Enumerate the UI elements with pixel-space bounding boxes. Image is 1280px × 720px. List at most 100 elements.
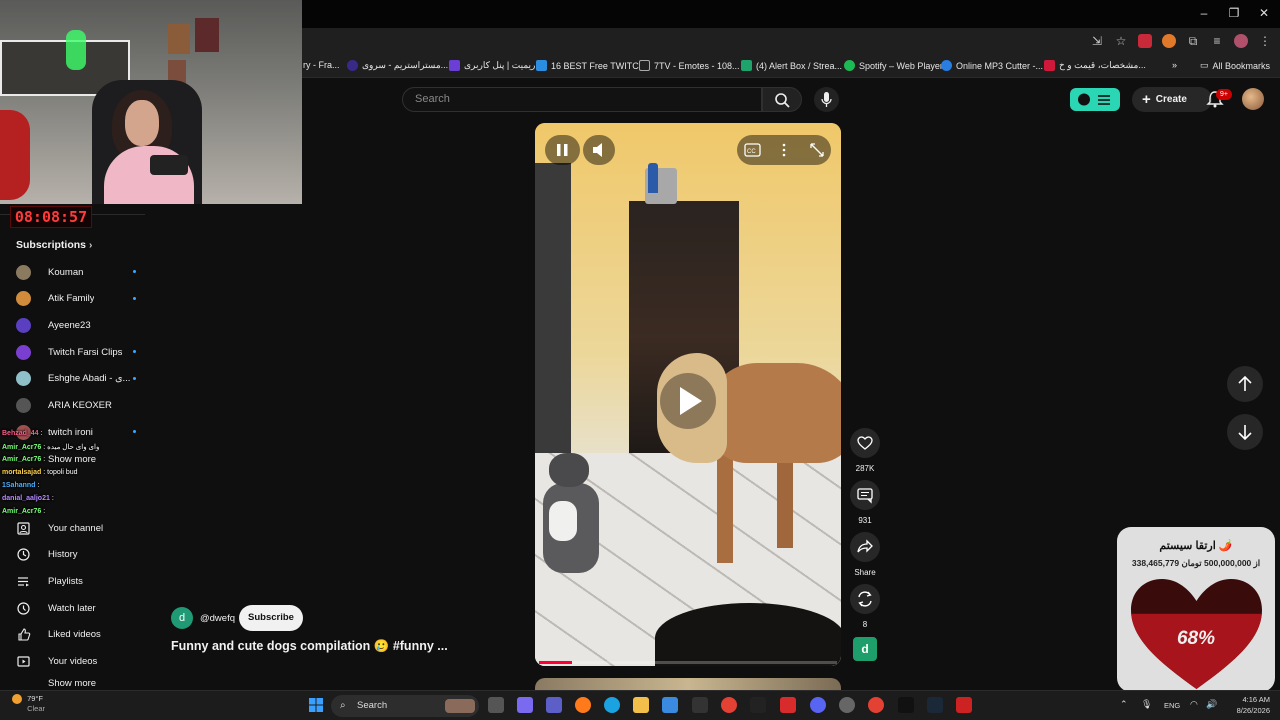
search-input[interactable]: Search <box>402 87 762 112</box>
bookmarks-overflow-icon[interactable]: » <box>1172 60 1177 70</box>
volume-icon <box>593 143 602 157</box>
firefox-icon[interactable] <box>575 697 591 713</box>
settings-icon[interactable] <box>839 697 855 713</box>
install-icon[interactable]: ⇲ <box>1090 34 1104 48</box>
like-button[interactable]: 287K <box>849 428 881 473</box>
menu-icon[interactable]: ⋮ <box>1258 34 1272 48</box>
store-icon[interactable] <box>662 697 678 713</box>
chat-message: Amir_Acr76 : وای وای حال میده <box>2 443 99 451</box>
chat-text: : <box>40 430 43 437</box>
bookmark-item[interactable]: 7TV - Emotes - 108... <box>639 60 740 71</box>
taskbar-search[interactable]: ⌕ Search <box>331 695 479 717</box>
tab-search-icon[interactable]: ≡ <box>1210 34 1224 48</box>
teams-icon[interactable] <box>546 697 562 713</box>
previous-short-button[interactable] <box>1227 366 1263 402</box>
chrome-icon[interactable] <box>721 697 737 713</box>
discord-icon[interactable] <box>810 697 826 713</box>
comments-button[interactable]: 931 <box>849 480 881 525</box>
sidebar-channel-item[interactable]: Atik Family <box>16 286 156 312</box>
antivirus-icon[interactable] <box>956 697 972 713</box>
tray-mic-icon[interactable]: 🎙 <box>1141 699 1152 710</box>
terminal-icon[interactable] <box>692 697 708 713</box>
sidebar-channel-item[interactable]: Twitch Farsi Clips <box>16 339 156 365</box>
channel-avatar-icon <box>16 264 31 280</box>
bookmark-item[interactable]: 16 BEST Free TWITC... <box>536 60 646 71</box>
bookmark-item[interactable]: ریمیت | پنل کاربری <box>449 60 535 71</box>
minimize-icon[interactable]: – <box>1194 6 1214 22</box>
tray-volume-icon[interactable]: 🔊 <box>1206 699 1217 710</box>
progress-bar[interactable] <box>539 661 837 664</box>
remix-button[interactable]: 8 <box>849 584 881 629</box>
weather-widget[interactable]: 79°F Clear <box>12 694 45 714</box>
clock[interactable]: 4:16 AM 8/26/2026 <box>1237 694 1270 716</box>
profile-icon[interactable] <box>1234 34 1248 48</box>
edge-icon[interactable] <box>604 697 620 713</box>
chrome-profile-icon[interactable] <box>868 697 884 713</box>
chat-message: danial_aaljo21 : <box>2 495 54 502</box>
video-title[interactable]: Funny and cute dogs compilation 🥲 #funny… <box>171 639 448 654</box>
bookmark-item[interactable]: مشخصات، قیمت و خ... <box>1044 60 1146 71</box>
chat-username: Amir_Acr76 <box>2 444 42 451</box>
sidebar-channel-item[interactable]: Kouman <box>16 259 156 285</box>
sidebar-you-item[interactable]: Liked videos <box>16 622 156 648</box>
sidebar-you-item[interactable]: Your videos <box>16 649 156 675</box>
sidebar-channel-item[interactable]: ARIA KEOXER <box>16 393 156 419</box>
channel-handle[interactable]: @dwefq <box>200 613 235 624</box>
sidebar-you-label: Your videos <box>48 656 98 667</box>
bookmark-item[interactable]: Spotify – Web Player <box>844 60 943 71</box>
subscribe-button[interactable]: Subscribe <box>239 605 303 631</box>
share-button[interactable]: Share <box>849 532 881 577</box>
file-explorer-icon[interactable] <box>488 697 504 713</box>
tray-wifi-icon[interactable]: ◠ <box>1190 699 1198 710</box>
search-button[interactable] <box>762 87 802 112</box>
bookmark-item[interactable]: ry - Fra... <box>303 60 340 70</box>
sidebar-you-item[interactable]: Watch later <box>16 595 156 621</box>
extensions-puzzle-icon[interactable]: ⧉ <box>1186 34 1200 48</box>
sidebar-you-label: Liked videos <box>48 629 101 641</box>
windows-start-icon[interactable] <box>308 697 324 713</box>
sidebar-you-item[interactable]: Playlists <box>16 568 156 594</box>
capcut-icon[interactable] <box>898 697 914 713</box>
extension-orange-icon[interactable] <box>1162 34 1176 48</box>
next-short-button[interactable] <box>1227 414 1263 450</box>
chevron-right-icon: › <box>88 240 93 251</box>
next-short-preview[interactable] <box>535 678 841 690</box>
subscriptions-header[interactable]: Subscriptions › <box>16 239 92 251</box>
extension-red-icon[interactable] <box>1138 34 1152 48</box>
language-indicator[interactable]: ENG <box>1164 701 1180 710</box>
create-button[interactable]: + Create <box>1132 87 1212 112</box>
channel-sound-avatar[interactable]: d <box>853 637 877 661</box>
sidebar-channel-item[interactable]: Ayeene23 <box>16 312 156 338</box>
obs-icon[interactable] <box>750 697 766 713</box>
close-icon[interactable]: ✕ <box>1254 6 1274 22</box>
copilot-icon[interactable] <box>517 697 533 713</box>
account-avatar[interactable] <box>1242 88 1264 110</box>
folder-icon[interactable] <box>633 697 649 713</box>
vivaldi-icon[interactable] <box>780 697 796 713</box>
volume-button[interactable] <box>583 135 615 165</box>
star-icon[interactable]: ☆ <box>1114 34 1128 48</box>
new-content-dot <box>133 296 136 300</box>
restore-icon[interactable]: ❐ <box>1224 6 1244 22</box>
all-bookmarks[interactable]: ▭ All Bookmarks <box>1200 60 1270 71</box>
bookmark-item[interactable]: مستراستریم - سروی... <box>347 60 448 71</box>
bookmark-item[interactable]: (4) Alert Box / Strea... <box>741 60 842 71</box>
voice-search-button[interactable] <box>814 87 839 112</box>
channel-avatar[interactable]: d <box>171 607 193 629</box>
steam-icon[interactable] <box>927 697 943 713</box>
extension-badge[interactable] <box>1070 88 1120 111</box>
plus-icon: + <box>1142 91 1151 108</box>
short-player[interactable]: CC <box>535 123 841 666</box>
play-overlay-button[interactable] <box>660 373 716 429</box>
channel-avatar-icon <box>16 344 31 360</box>
sidebar-channel-item[interactable]: Eshghe Abadi - ی... <box>16 366 156 392</box>
dog-chest-white <box>549 501 577 541</box>
bookmark-item[interactable]: Online MP3 Cutter -... <box>941 60 1043 71</box>
show-more-bottom-button[interactable]: Show more <box>48 676 188 690</box>
sidebar-you-item[interactable]: History <box>16 542 156 568</box>
like-count: 287K <box>855 464 875 473</box>
your-channel-icon <box>17 521 30 535</box>
streamer-face <box>125 100 159 146</box>
tray-overflow-icon[interactable]: ⌃ <box>1120 699 1128 710</box>
pause-button[interactable] <box>545 135 580 165</box>
